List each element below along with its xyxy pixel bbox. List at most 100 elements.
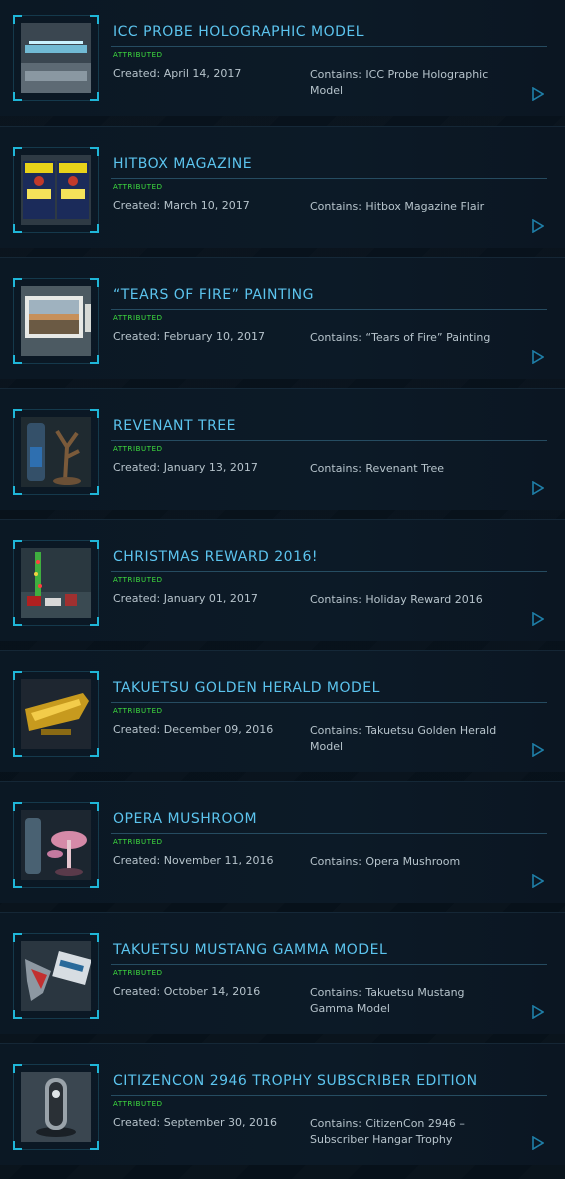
pledge-item-card[interactable]: CHRISTMAS REWARD 2016! ATTRIBUTED Create… (0, 519, 565, 641)
created-date: Created: October 14, 2016 (113, 985, 261, 998)
magazine-icon (21, 155, 91, 225)
frame-corner (90, 748, 99, 757)
ship-box-icon (21, 941, 91, 1011)
play-triangle-icon[interactable] (532, 481, 544, 495)
created-date: Created: December 09, 2016 (113, 723, 274, 736)
item-thumbnail-frame[interactable] (13, 933, 99, 1019)
holiday-gift-icon (21, 548, 91, 618)
title-divider (111, 571, 547, 572)
frame-corner (13, 748, 22, 757)
frame-corner (13, 92, 22, 101)
item-thumbnail-frame[interactable] (13, 1064, 99, 1150)
status-badge: ATTRIBUTED (113, 1100, 163, 1108)
frame-corner (90, 147, 99, 156)
item-title[interactable]: HITBOX MAGAZINE (113, 156, 543, 172)
contains-text: Contains: Takuetsu Golden Herald Model (310, 724, 497, 753)
frame-corner (90, 278, 99, 287)
title-divider (111, 964, 547, 965)
tree-icon (21, 417, 91, 487)
created-date: Created: February 10, 2017 (113, 330, 265, 343)
created-date: Created: September 30, 2016 (113, 1116, 278, 1129)
pledge-item-card[interactable]: ICC PROBE HOLOGRAPHIC MODEL ATTRIBUTED C… (0, 0, 565, 116)
pledge-item-card[interactable]: CITIZENCON 2946 TROPHY SUBSCRIBER EDITIO… (0, 1043, 565, 1165)
status-badge: ATTRIBUTED (113, 969, 163, 977)
frame-corner (90, 409, 99, 418)
frame-corner (90, 540, 99, 549)
play-triangle-icon[interactable] (532, 350, 544, 364)
probe-model-icon (21, 23, 91, 93)
painting-icon (21, 286, 91, 356)
item-thumbnail-frame[interactable] (13, 540, 99, 626)
frame-corner (90, 1010, 99, 1019)
pledge-item-card[interactable]: HITBOX MAGAZINE ATTRIBUTED Created: Marc… (0, 126, 565, 248)
contains-text: Contains: Revenant Tree (310, 462, 445, 475)
created-date: Created: March 10, 2017 (113, 199, 250, 212)
frame-corner (13, 355, 22, 364)
frame-corner (13, 224, 22, 233)
frame-corner (13, 617, 22, 626)
item-title[interactable]: TAKUETSU MUSTANG GAMMA MODEL (113, 942, 543, 958)
contains-text: Contains: CitizenCon 2946 – Subscriber H… (310, 1117, 465, 1146)
play-triangle-icon[interactable] (532, 1136, 544, 1150)
frame-corner (90, 486, 99, 495)
title-divider (111, 702, 547, 703)
item-title[interactable]: CHRISTMAS REWARD 2016! (113, 549, 543, 565)
play-triangle-icon[interactable] (532, 1005, 544, 1019)
frame-corner (90, 933, 99, 942)
frame-corner (13, 879, 22, 888)
title-divider (111, 440, 547, 441)
frame-corner (90, 15, 99, 24)
status-badge: ATTRIBUTED (113, 445, 163, 453)
title-divider (111, 1095, 547, 1096)
item-thumbnail-frame[interactable] (13, 15, 99, 101)
item-thumbnail-frame[interactable] (13, 409, 99, 495)
frame-corner (90, 1141, 99, 1150)
created-date: Created: November 11, 2016 (113, 854, 274, 867)
mushroom-icon (21, 810, 91, 880)
play-triangle-icon[interactable] (532, 612, 544, 626)
item-thumbnail-frame[interactable] (13, 278, 99, 364)
item-thumbnail-frame[interactable] (13, 671, 99, 757)
frame-corner (90, 671, 99, 680)
item-thumbnail-frame[interactable] (13, 147, 99, 233)
title-divider (111, 46, 547, 47)
pledge-item-card[interactable]: TAKUETSU GOLDEN HERALD MODEL ATTRIBUTED … (0, 650, 565, 772)
frame-corner (90, 355, 99, 364)
status-badge: ATTRIBUTED (113, 51, 163, 59)
status-badge: ATTRIBUTED (113, 314, 163, 322)
frame-corner (90, 1064, 99, 1073)
item-title[interactable]: ICC PROBE HOLOGRAPHIC MODEL (113, 24, 543, 40)
item-title[interactable]: OPERA MUSHROOM (113, 811, 543, 827)
item-title[interactable]: REVENANT TREE (113, 418, 543, 434)
created-date: Created: January 01, 2017 (113, 592, 258, 605)
frame-corner (90, 802, 99, 811)
frame-corner (90, 224, 99, 233)
pledge-item-card[interactable]: OPERA MUSHROOM ATTRIBUTED Created: Novem… (0, 781, 565, 903)
title-divider (111, 309, 547, 310)
pledge-item-list: ICC PROBE HOLOGRAPHIC MODEL ATTRIBUTED C… (0, 0, 565, 1179)
pledge-item-card[interactable]: TAKUETSU MUSTANG GAMMA MODEL ATTRIBUTED … (0, 912, 565, 1034)
status-badge: ATTRIBUTED (113, 838, 163, 846)
item-title[interactable]: CITIZENCON 2946 TROPHY SUBSCRIBER EDITIO… (113, 1073, 543, 1089)
title-divider (111, 833, 547, 834)
play-triangle-icon[interactable] (532, 874, 544, 888)
item-thumbnail-frame[interactable] (13, 802, 99, 888)
status-badge: ATTRIBUTED (113, 707, 163, 715)
contains-text: Contains: Takuetsu Mustang Gamma Model (310, 986, 465, 1015)
pledge-item-card[interactable]: “TEARS OF FIRE” PAINTING ATTRIBUTED Crea… (0, 257, 565, 379)
contains-text: Contains: ICC Probe Holographic Model (310, 68, 489, 97)
play-triangle-icon[interactable] (532, 743, 544, 757)
frame-corner (90, 617, 99, 626)
ship-model-icon (21, 679, 91, 749)
pledge-item-card[interactable]: REVENANT TREE ATTRIBUTED Created: Januar… (0, 388, 565, 510)
play-triangle-icon[interactable] (532, 219, 544, 233)
play-triangle-icon[interactable] (532, 87, 544, 101)
frame-corner (90, 92, 99, 101)
created-date: Created: January 13, 2017 (113, 461, 258, 474)
frame-corner (13, 1141, 22, 1150)
status-badge: ATTRIBUTED (113, 576, 163, 584)
frame-corner (90, 879, 99, 888)
item-title[interactable]: TAKUETSU GOLDEN HERALD MODEL (113, 680, 543, 696)
title-divider (111, 178, 547, 179)
item-title[interactable]: “TEARS OF FIRE” PAINTING (113, 287, 543, 303)
